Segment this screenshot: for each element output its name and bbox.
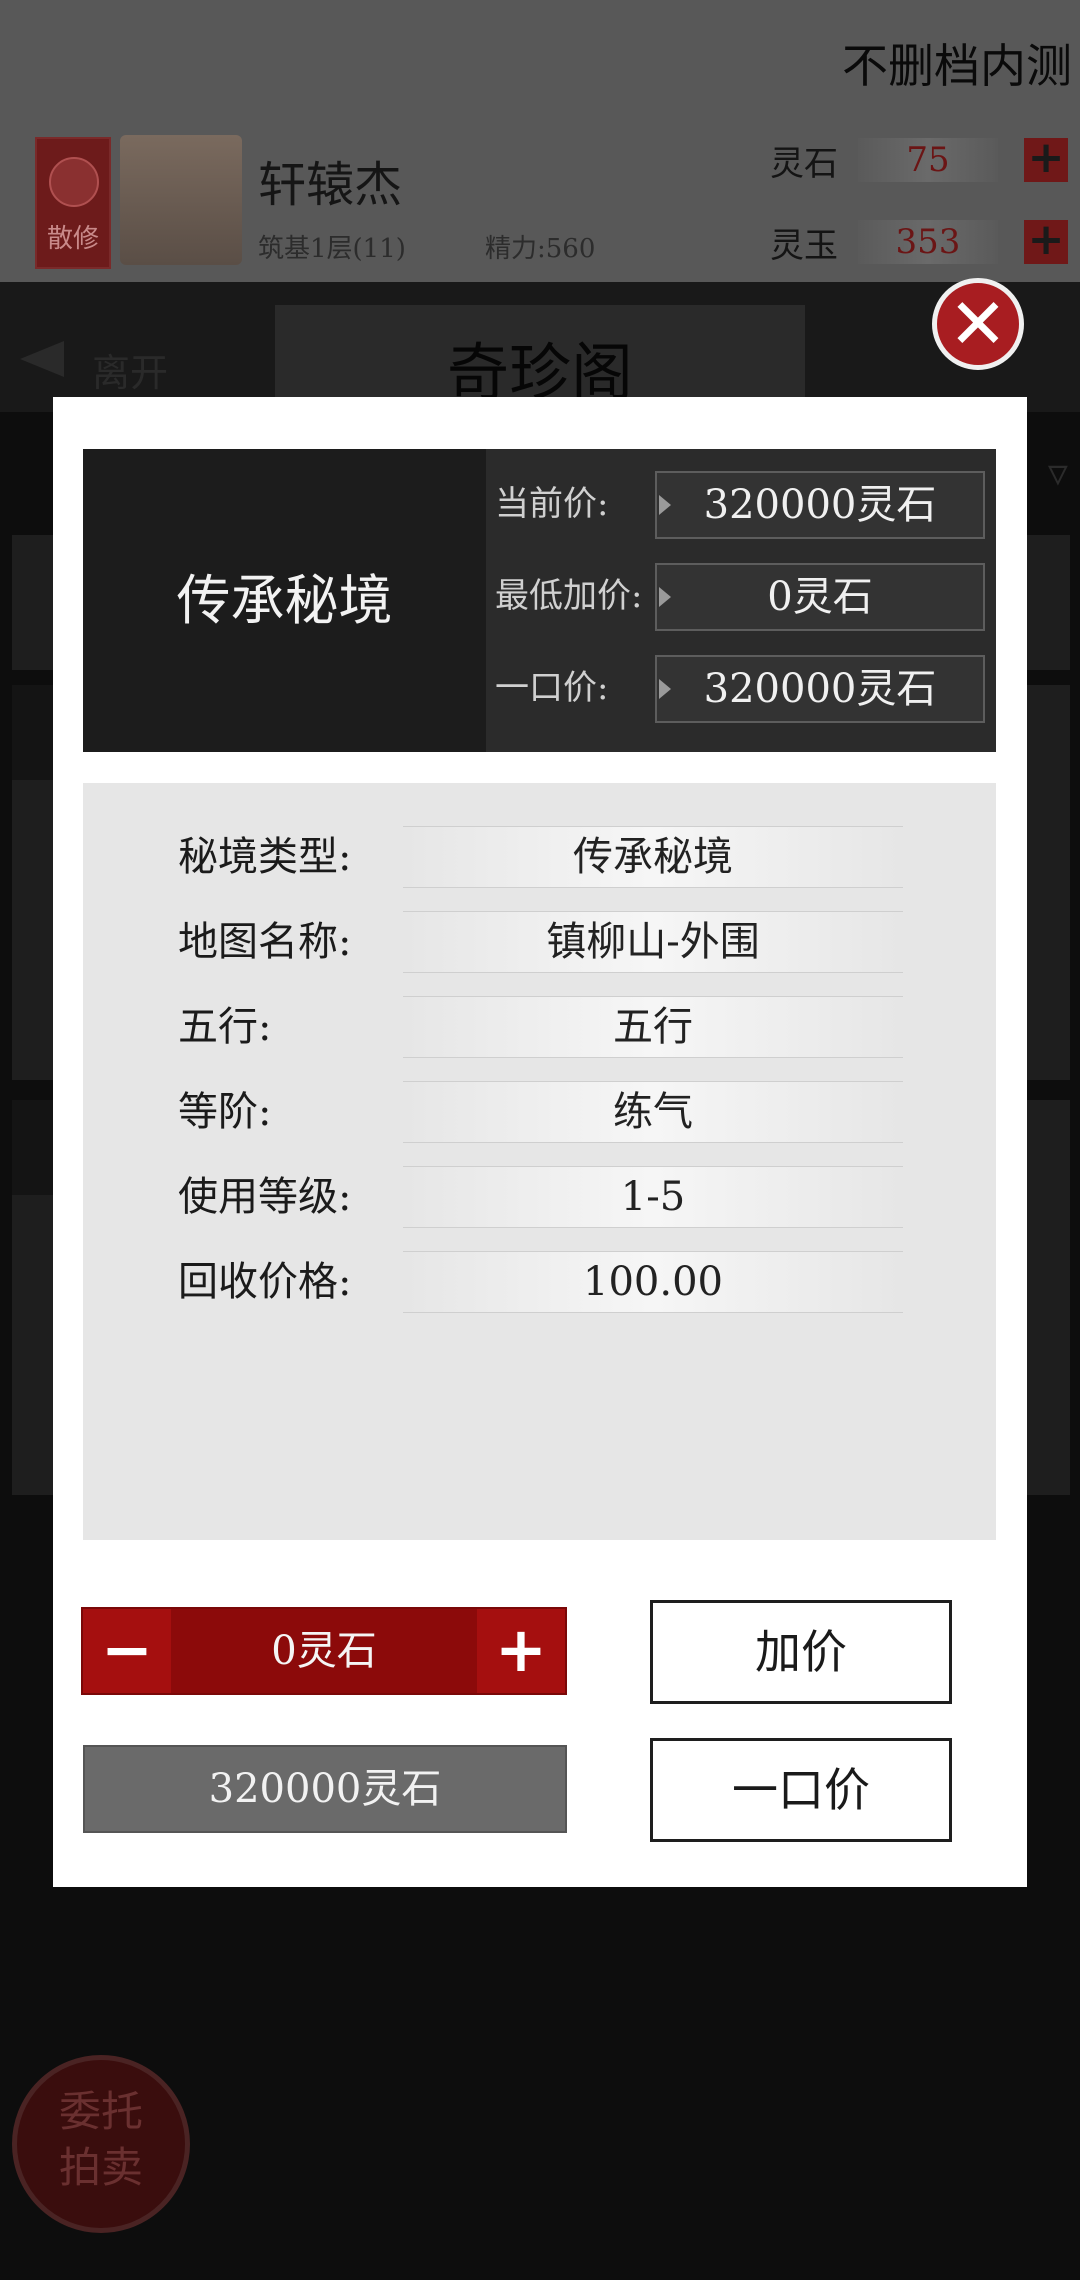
attribute-value: 镇柳山-外围 xyxy=(403,911,903,973)
player-name: 轩辕杰 xyxy=(258,157,403,213)
filter-icon[interactable]: ▿ xyxy=(1048,450,1068,496)
bid-amount-value: 0灵石 xyxy=(271,1628,377,1674)
player-level: 筑基1层(11) xyxy=(258,234,406,264)
attribute-label: 秘境类型: xyxy=(178,834,352,880)
commission-label-line1: 委托 xyxy=(58,2087,143,2136)
attribute-label: 回收价格: xyxy=(178,1259,352,1305)
add-spirit-stone-button[interactable]: + xyxy=(1024,136,1068,182)
player-energy: 精力:560 xyxy=(485,234,596,264)
add-spirit-jade-button[interactable]: + xyxy=(1024,218,1068,264)
close-button[interactable]: ✕ xyxy=(932,278,1024,370)
currency-value-spirit-jade: 353 xyxy=(858,220,998,264)
buyout-button[interactable]: 一口价 xyxy=(650,1738,952,1842)
close-icon: ✕ xyxy=(948,283,1008,365)
currency-label-spirit-stone: 灵石 xyxy=(770,144,838,184)
attribute-row: 秘境类型: 传承秘境 xyxy=(83,826,996,888)
item-name-panel: 传承秘境 xyxy=(83,449,486,752)
item-detail-modal: 传承秘境 当前价: 320000灵石 最低加价: 0灵石 一口价: 320000… xyxy=(53,397,1027,1887)
attribute-row: 回收价格: 100.00 xyxy=(83,1251,996,1313)
attribute-row: 地图名称: 镇柳山-外围 xyxy=(83,911,996,973)
buyout-price-label: 一口价: xyxy=(495,668,609,708)
attribute-row: 使用等级: 1-5 xyxy=(83,1166,996,1228)
buyout-amount-display: 320000灵石 xyxy=(83,1745,567,1833)
currency-label-spirit-jade: 灵玉 xyxy=(770,226,838,266)
attribute-label: 地图名称: xyxy=(178,919,352,965)
sect-badge[interactable]: 散修 xyxy=(35,137,111,269)
attribute-label: 等阶: xyxy=(178,1089,272,1135)
decrease-bid-button[interactable]: − xyxy=(83,1609,171,1693)
item-header: 传承秘境 当前价: 320000灵石 最低加价: 0灵石 一口价: 320000… xyxy=(83,449,996,752)
commission-auction-button[interactable]: 委托 拍卖 xyxy=(12,2055,190,2233)
sect-name: 散修 xyxy=(46,224,99,254)
attribute-value: 五行 xyxy=(403,996,903,1058)
attribute-value: 传承秘境 xyxy=(403,826,903,888)
attribute-row: 五行: 五行 xyxy=(83,996,996,1058)
beta-label: 不删档内测 xyxy=(842,39,1072,93)
item-name: 传承秘境 xyxy=(176,569,393,632)
attribute-row: 等阶: 练气 xyxy=(83,1081,996,1143)
raise-bid-button[interactable]: 加价 xyxy=(650,1600,952,1704)
attribute-label: 使用等级: xyxy=(178,1174,352,1220)
attribute-value: 练气 xyxy=(403,1081,903,1143)
attribute-label: 五行: xyxy=(178,1004,272,1050)
attribute-value: 100.00 xyxy=(403,1251,903,1313)
avatar[interactable] xyxy=(120,135,242,265)
increase-bid-button[interactable]: + xyxy=(477,1609,565,1693)
attribute-value: 1-5 xyxy=(403,1166,903,1228)
min-increment-value: 0灵石 xyxy=(655,563,985,631)
caret-right-icon xyxy=(659,679,671,699)
buyout-price-value: 320000灵石 xyxy=(655,655,985,723)
caret-right-icon xyxy=(659,587,671,607)
caret-right-icon xyxy=(659,495,671,515)
attribute-panel: 秘境类型: 传承秘境 地图名称: 镇柳山-外围 五行: 五行 等阶: 练气 使用… xyxy=(83,783,996,1540)
bid-amount-stepper[interactable]: − 0灵石 + xyxy=(81,1607,567,1695)
sect-emblem-icon xyxy=(49,157,99,207)
currency-value-spirit-stone: 75 xyxy=(858,138,998,182)
min-increment-label: 最低加价: xyxy=(495,576,643,616)
top-status-bar: 不删档内测 散修 轩辕杰 筑基1层(11) 精力:560 灵石 75 + 灵玉 … xyxy=(0,0,1080,282)
current-price-label: 当前价: xyxy=(495,484,609,524)
commission-label-line2: 拍卖 xyxy=(58,2143,143,2192)
current-price-value: 320000灵石 xyxy=(655,471,985,539)
